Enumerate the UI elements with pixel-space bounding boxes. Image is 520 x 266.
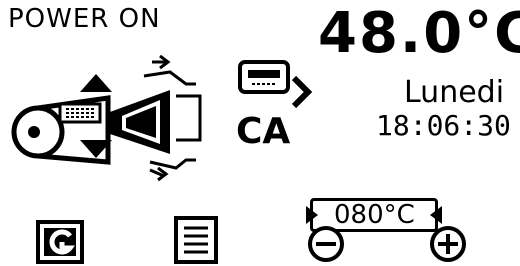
stove-display: POWER ON 48.0°C CA Lunedi 18:06:30 080°C (0, 0, 520, 266)
plus-icon[interactable] (0, 0, 520, 266)
